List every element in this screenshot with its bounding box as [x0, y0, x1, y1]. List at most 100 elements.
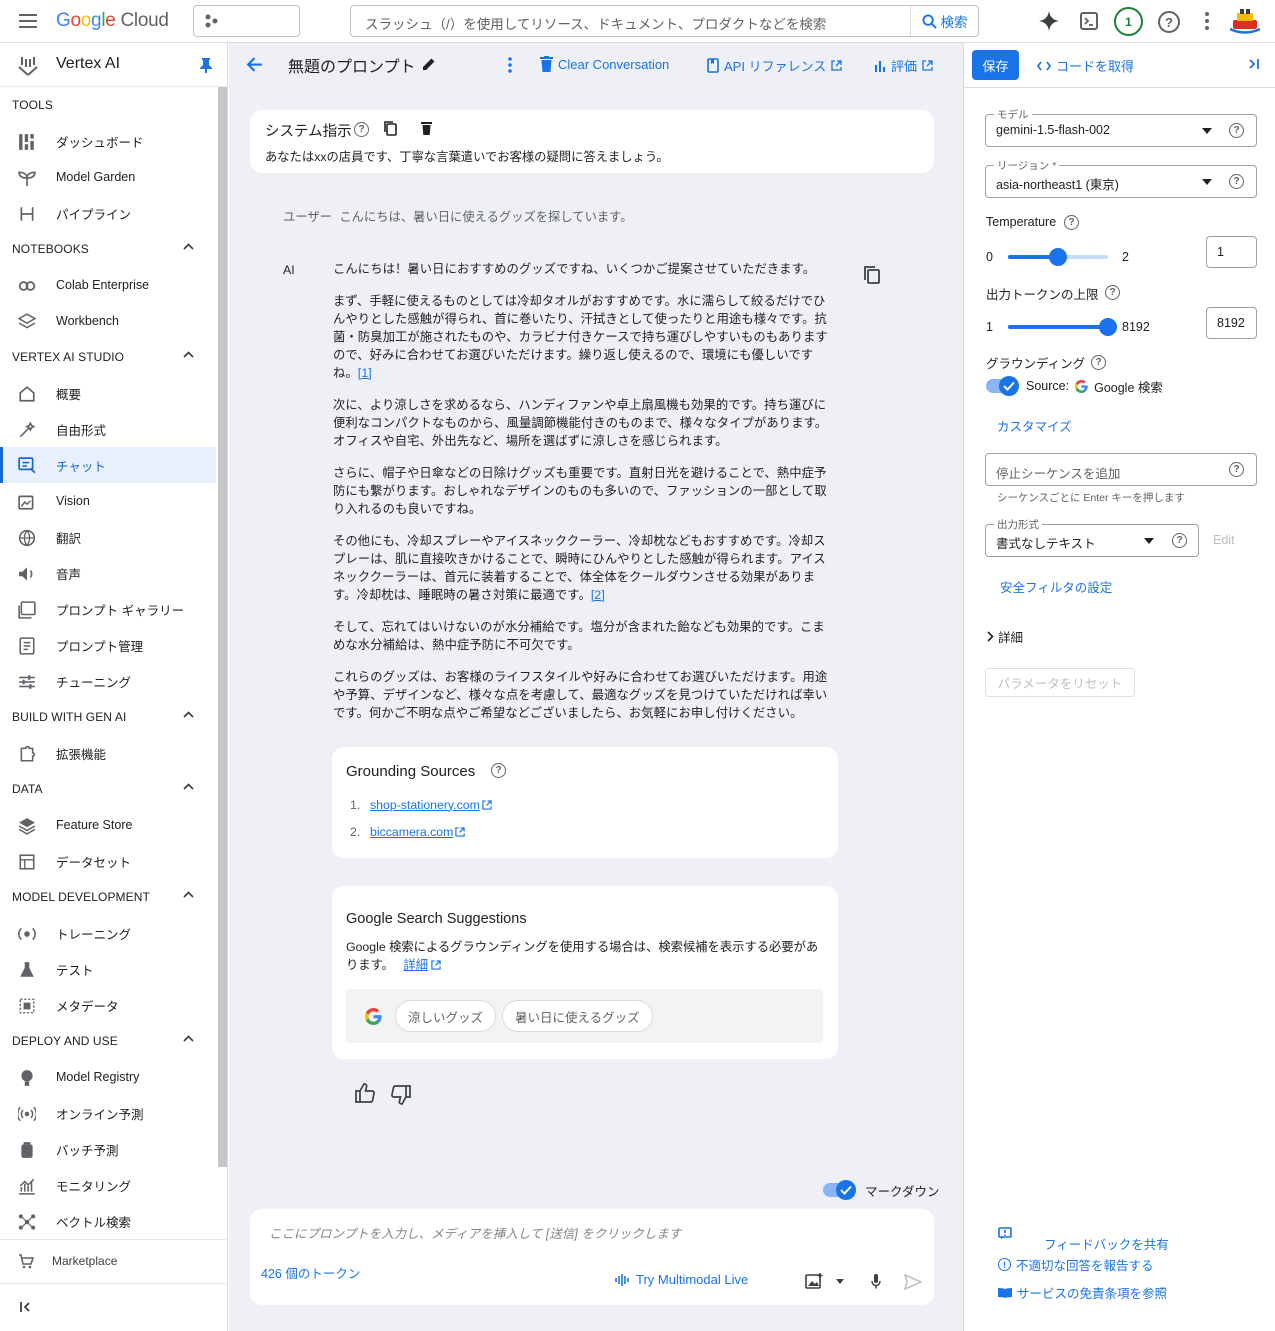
- help-icon[interactable]: ?: [1105, 285, 1120, 300]
- sidebar-item[interactable]: ダッシュボード: [0, 123, 216, 159]
- back-arrow-icon[interactable]: [246, 56, 263, 73]
- sidebar-item[interactable]: メタデータ: [0, 987, 216, 1023]
- sidebar-item[interactable]: チャット: [0, 447, 216, 483]
- output-tokens-slider-thumb[interactable]: [1099, 318, 1117, 336]
- google-cloud-logo[interactable]: Google Cloud: [56, 10, 169, 32]
- grounding-toggle[interactable]: Source: Google 検索: [986, 376, 1163, 396]
- output-format-select[interactable]: 出力形式 書式なしテキスト ?: [985, 517, 1199, 557]
- sidebar-item[interactable]: バッチ予測: [0, 1131, 216, 1167]
- sidebar-section-header[interactable]: DATA: [0, 771, 216, 807]
- copy-response-icon[interactable]: [863, 265, 881, 285]
- evaluate-link[interactable]: 評価: [874, 56, 933, 75]
- output-tokens-slider[interactable]: [1008, 318, 1117, 336]
- microphone-icon[interactable]: [871, 1274, 881, 1289]
- output-tokens-input[interactable]: 8192: [1206, 307, 1257, 339]
- stop-sequence-input[interactable]: 停止シーケンスを追加 ?: [985, 453, 1257, 486]
- model-select[interactable]: モデル gemini-1.5-flash-002 ?: [985, 107, 1257, 147]
- edit-pencil-icon[interactable]: [422, 57, 436, 71]
- help-icon[interactable]: ?: [1064, 215, 1079, 230]
- citation-link[interactable]: [2]: [591, 588, 605, 602]
- chevron-up-icon[interactable]: [183, 891, 194, 898]
- sidebar-section-header[interactable]: DEPLOY AND USE: [0, 1023, 216, 1059]
- notifications-badge[interactable]: 1: [1114, 7, 1143, 36]
- sidebar-section-header[interactable]: BUILD WITH GEN AI: [0, 699, 216, 735]
- sidebar-section-header[interactable]: VERTEX AI STUDIO: [0, 339, 216, 375]
- prompt-input-card[interactable]: ここにプロンプトを入力し、メディアを挿入して [送信] をクリックします 426…: [250, 1209, 934, 1305]
- chevron-up-icon[interactable]: [183, 243, 194, 250]
- search-button[interactable]: 検索: [910, 6, 978, 36]
- search-bar[interactable]: スラッシュ（/）を使用してリソース、ドキュメント、プロダクトなどを検索 検索: [350, 5, 979, 37]
- sidebar-item[interactable]: チューニング: [0, 663, 216, 699]
- sidebar-item[interactable]: データセット: [0, 843, 216, 879]
- thumbs-down-icon[interactable]: [391, 1085, 411, 1105]
- system-instructions-card[interactable]: システム指示 ? あなたはxxの店員です、丁寧な言葉遣いでお客様の疑問に答えまし…: [250, 110, 934, 173]
- sidebar-item[interactable]: Model Registry: [0, 1059, 216, 1095]
- sidebar-item[interactable]: ベクトル検索: [0, 1203, 216, 1239]
- thumbs-up-icon[interactable]: [355, 1083, 375, 1103]
- temperature-slider[interactable]: [1008, 248, 1108, 266]
- chevron-up-icon[interactable]: [183, 1035, 194, 1042]
- source-link[interactable]: shop-stationery.com: [370, 798, 480, 812]
- search-suggestion-chip[interactable]: 暑い日に使えるグッズ: [502, 1000, 653, 1032]
- delete-icon[interactable]: [421, 121, 432, 135]
- chevron-up-icon[interactable]: [183, 783, 194, 790]
- sidebar-item[interactable]: 自由形式: [0, 411, 216, 447]
- reset-parameters-button[interactable]: パラメータをリセット: [985, 668, 1135, 697]
- sidebar-item[interactable]: Colab Enterprise: [0, 267, 216, 303]
- sidebar-item[interactable]: テスト: [0, 951, 216, 987]
- sidebar-item-marketplace[interactable]: Marketplace: [0, 1239, 228, 1281]
- help-icon[interactable]: ?: [1158, 11, 1180, 33]
- sidebar-item[interactable]: Feature Store: [0, 807, 216, 843]
- edit-output-format-button[interactable]: Edit: [1213, 533, 1235, 547]
- more-vert-icon[interactable]: [1205, 12, 1209, 30]
- customize-link[interactable]: カスタマイズ: [997, 416, 1072, 435]
- terms-link[interactable]: サービスの免責条項を参照: [998, 1283, 1167, 1302]
- markdown-toggle[interactable]: マークダウン: [823, 1180, 940, 1200]
- sidebar-item[interactable]: パイプライン: [0, 195, 216, 231]
- token-count[interactable]: 426 個のトークン: [261, 1263, 360, 1282]
- search-input[interactable]: スラッシュ（/）を使用してリソース、ドキュメント、プロダクトなどを検索: [365, 13, 826, 33]
- advanced-toggle[interactable]: 詳細: [986, 627, 1023, 646]
- report-response-link[interactable]: ! 不適切な回答を報告する: [998, 1255, 1154, 1274]
- sidebar-section-header[interactable]: NOTEBOOKS: [0, 231, 216, 267]
- safety-settings-link[interactable]: 安全フィルタの設定: [1000, 577, 1112, 596]
- chevron-up-icon[interactable]: [183, 711, 194, 718]
- help-icon[interactable]: ?: [1091, 355, 1106, 370]
- help-icon[interactable]: ?: [1229, 462, 1244, 477]
- sidebar-item[interactable]: オンライン予測: [0, 1095, 216, 1131]
- grounding-switch[interactable]: [986, 376, 1020, 396]
- temperature-slider-thumb[interactable]: [1049, 248, 1067, 266]
- api-reference-link[interactable]: API リファレンス: [707, 56, 842, 75]
- pin-icon[interactable]: [199, 57, 213, 73]
- more-vert-icon[interactable]: [508, 57, 512, 73]
- temperature-input[interactable]: 1: [1206, 236, 1257, 268]
- markdown-switch[interactable]: [823, 1180, 857, 1200]
- sidebar-item[interactable]: 音声: [0, 555, 216, 591]
- sidebar-scrollbar[interactable]: [218, 87, 227, 1167]
- sidebar-item[interactable]: モニタリング: [0, 1167, 216, 1203]
- sidebar-item[interactable]: 拡張機能: [0, 735, 216, 771]
- search-suggestion-chip[interactable]: 涼しいグッズ: [395, 1000, 497, 1032]
- help-icon[interactable]: ?: [1229, 123, 1244, 138]
- prompt-title[interactable]: 無題のプロンプト: [288, 53, 416, 77]
- sidebar-item[interactable]: トレーニング: [0, 915, 216, 951]
- collapse-panel-icon[interactable]: [1248, 58, 1260, 70]
- source-link[interactable]: biccamera.com: [370, 825, 453, 839]
- save-button[interactable]: 保存: [972, 50, 1019, 80]
- collapse-sidebar-button[interactable]: [0, 1283, 228, 1329]
- cloud-shell-icon[interactable]: [1080, 12, 1098, 30]
- copy-icon[interactable]: [384, 121, 397, 136]
- sidebar-item[interactable]: 翻訳: [0, 519, 216, 555]
- sidebar-item[interactable]: Vision: [0, 483, 216, 519]
- multimodal-live-button[interactable]: Try Multimodal Live: [615, 1272, 748, 1287]
- prompt-input[interactable]: ここにプロンプトを入力し、メディアを挿入して [送信] をクリックします: [269, 1223, 681, 1242]
- project-picker[interactable]: [193, 5, 300, 37]
- send-icon[interactable]: [904, 1274, 922, 1290]
- help-icon[interactable]: ?: [491, 763, 506, 778]
- sidebar-item[interactable]: プロンプト ギャラリー: [0, 591, 216, 627]
- citation-link[interactable]: [1]: [358, 366, 372, 380]
- insert-media-icon[interactable]: [805, 1273, 823, 1289]
- sidebar-item[interactable]: Model Garden: [0, 159, 216, 195]
- sidebar-item[interactable]: プロンプト管理: [0, 627, 216, 663]
- clear-conversation-button[interactable]: Clear Conversation: [540, 56, 669, 72]
